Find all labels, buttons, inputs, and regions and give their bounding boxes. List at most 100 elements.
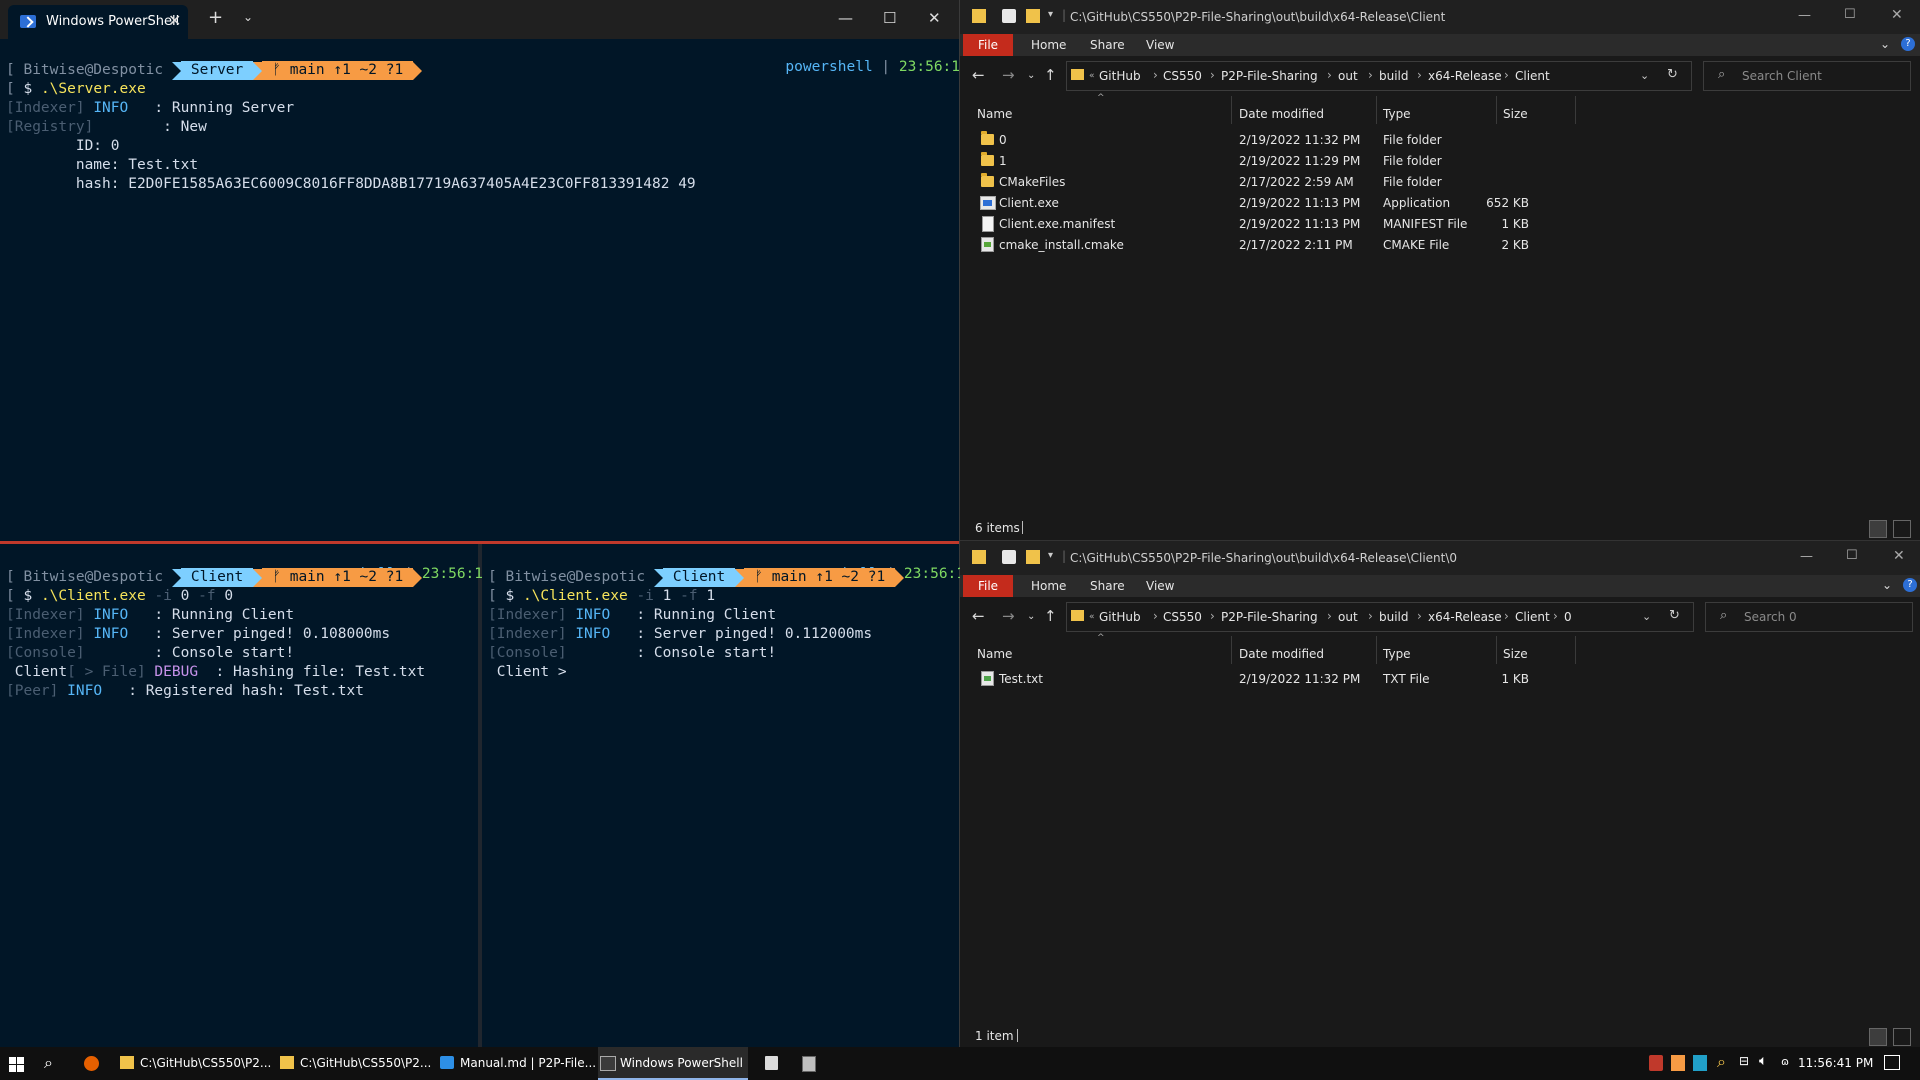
notepad-icon[interactable] bbox=[765, 1056, 778, 1070]
column-date[interactable]: Date modified bbox=[1239, 107, 1324, 121]
address-dropdown-icon[interactable]: ⌄ bbox=[1642, 610, 1651, 623]
tab-file[interactable]: File bbox=[963, 575, 1013, 597]
tray-app-icon[interactable] bbox=[1671, 1055, 1685, 1071]
minimize-button[interactable]: — bbox=[1800, 549, 1813, 564]
tab-share[interactable]: Share bbox=[1090, 579, 1125, 593]
taskbar-item-explorer[interactable]: C:\GitHub\CS550\P2... bbox=[278, 1047, 431, 1080]
breadcrumb[interactable]: Client bbox=[1515, 610, 1550, 624]
maximize-button[interactable]: ☐ bbox=[1844, 7, 1856, 22]
tray-app-icon[interactable] bbox=[1693, 1055, 1707, 1071]
column-size[interactable]: Size bbox=[1503, 647, 1528, 661]
list-item[interactable]: cmake_install.cmake 2/17/2022 2:11 PM CM… bbox=[960, 235, 1920, 256]
server-pane[interactable]: powershell | 23:56:13 [ Bitwise@Despotic… bbox=[0, 39, 969, 541]
breadcrumb[interactable]: Client bbox=[1515, 69, 1550, 83]
tray-search-icon[interactable]: ⌕ bbox=[1717, 1052, 1726, 1072]
start-button[interactable] bbox=[9, 1057, 24, 1072]
new-folder-icon[interactable] bbox=[1026, 550, 1040, 564]
details-view-icon[interactable] bbox=[1869, 1028, 1887, 1046]
back-button[interactable]: ← bbox=[972, 66, 985, 84]
refresh-icon[interactable]: ↻ bbox=[1667, 67, 1678, 82]
new-tab-button[interactable]: + bbox=[208, 7, 223, 28]
forward-button[interactable]: → bbox=[1002, 66, 1015, 84]
address-bar[interactable]: « GitHub › CS550 › P2P-File-Sharing › ou… bbox=[1066, 602, 1694, 632]
breadcrumb[interactable]: CS550 bbox=[1163, 69, 1202, 83]
properties-icon[interactable] bbox=[1002, 9, 1016, 23]
taskbar-item-vscode[interactable]: Manual.md | P2P-File... bbox=[438, 1047, 596, 1080]
taskbar-item-powershell[interactable]: Windows PowerShell bbox=[598, 1047, 748, 1080]
list-item[interactable]: CMakeFiles 2/17/2022 2:59 AM File folder bbox=[960, 172, 1920, 193]
volume-icon[interactable]: 🔈︎ bbox=[1759, 1053, 1767, 1069]
back-button[interactable]: ← bbox=[972, 607, 985, 625]
search-box[interactable]: ⌕ Search 0 bbox=[1705, 602, 1913, 632]
properties-icon[interactable] bbox=[1002, 550, 1016, 564]
ribbon-expand-icon[interactable]: ⌄ bbox=[1882, 578, 1892, 592]
details-view-icon[interactable] bbox=[1869, 520, 1887, 538]
tab-home[interactable]: Home bbox=[1031, 579, 1066, 593]
explorer-window-client-0[interactable]: ▾ | C:\GitHub\CS550\P2P-File-Sharing\out… bbox=[960, 540, 1920, 1048]
close-button[interactable]: ✕ bbox=[1893, 548, 1905, 564]
tab-home[interactable]: Home bbox=[1031, 38, 1066, 52]
breadcrumb[interactable]: out bbox=[1338, 610, 1358, 624]
minimize-button[interactable]: — bbox=[838, 9, 853, 27]
breadcrumb[interactable]: build bbox=[1379, 69, 1409, 83]
client0-pane[interactable]: powershell | 23:56:14 [ Bitwise@Despotic… bbox=[0, 544, 492, 1047]
column-type[interactable]: Type bbox=[1383, 647, 1411, 661]
list-item[interactable]: 1 2/19/2022 11:29 PM File folder bbox=[960, 151, 1920, 172]
large-icons-view-icon[interactable] bbox=[1893, 1028, 1911, 1046]
tab-view[interactable]: View bbox=[1146, 38, 1174, 52]
maximize-button[interactable]: ☐ bbox=[883, 9, 896, 27]
close-button[interactable]: ✕ bbox=[1891, 7, 1903, 23]
column-type[interactable]: Type bbox=[1383, 107, 1411, 121]
taskbar-clock[interactable]: 11:56:41 PM bbox=[1798, 1056, 1873, 1070]
minimize-button[interactable]: — bbox=[1798, 8, 1811, 23]
large-icons-view-icon[interactable] bbox=[1893, 520, 1911, 538]
taskbar-item-explorer[interactable]: C:\GitHub\CS550\P2... bbox=[118, 1047, 271, 1080]
close-button[interactable]: ✕ bbox=[928, 9, 941, 27]
console-prompt[interactable]: Client > bbox=[488, 663, 567, 682]
new-folder-icon[interactable] bbox=[1026, 9, 1040, 23]
breadcrumb[interactable]: P2P-File-Sharing bbox=[1221, 610, 1318, 624]
search-box[interactable]: ⌕ Search Client bbox=[1703, 61, 1911, 91]
quick-access-dropdown-icon[interactable]: ▾ bbox=[1048, 9, 1053, 20]
terminal-window[interactable]: Windows PowerShell ✕ + ⌄ — ☐ ✕ powershel… bbox=[0, 0, 974, 1047]
quick-access-dropdown-icon[interactable]: ▾ bbox=[1048, 550, 1053, 561]
breadcrumb[interactable]: build bbox=[1379, 610, 1409, 624]
recent-locations-icon[interactable]: ⌄ bbox=[1027, 611, 1035, 622]
help-icon[interactable]: ? bbox=[1901, 37, 1915, 51]
tab-file[interactable]: File bbox=[963, 34, 1013, 56]
list-item[interactable]: 0 2/19/2022 11:32 PM File folder bbox=[960, 130, 1920, 151]
terminal-tab[interactable]: Windows PowerShell ✕ bbox=[8, 5, 188, 39]
notification-icon[interactable] bbox=[1884, 1055, 1900, 1070]
tab-dropdown-icon[interactable]: ⌄ bbox=[243, 10, 253, 24]
forward-button[interactable]: → bbox=[1002, 607, 1015, 625]
breadcrumb[interactable]: out bbox=[1338, 69, 1358, 83]
input-indicator-icon[interactable]: ɷ bbox=[1781, 1055, 1789, 1068]
list-item[interactable]: Test.txt 2/19/2022 11:32 PM TXT File 1 K… bbox=[960, 669, 1920, 690]
refresh-icon[interactable]: ↻ bbox=[1669, 608, 1680, 623]
list-item[interactable]: Client.exe 2/19/2022 11:13 PM Applicatio… bbox=[960, 193, 1920, 214]
column-name[interactable]: Name bbox=[977, 107, 1012, 121]
breadcrumb[interactable]: CS550 bbox=[1163, 610, 1202, 624]
tray-app-icon[interactable] bbox=[1649, 1055, 1663, 1071]
tab-view[interactable]: View bbox=[1146, 579, 1174, 593]
client1-pane[interactable]: powershell | 23:56:16 [ Bitwise@Despotic… bbox=[482, 544, 974, 1047]
recent-locations-icon[interactable]: ⌄ bbox=[1027, 70, 1035, 81]
breadcrumb[interactable]: P2P-File-Sharing bbox=[1221, 69, 1318, 83]
column-name[interactable]: Name bbox=[977, 647, 1012, 661]
firefox-icon[interactable] bbox=[84, 1056, 99, 1071]
network-icon[interactable]: ⊟ bbox=[1739, 1054, 1749, 1068]
tab-share[interactable]: Share bbox=[1090, 38, 1125, 52]
search-icon[interactable]: ⌕ bbox=[44, 1053, 53, 1073]
maximize-button[interactable]: ☐ bbox=[1846, 548, 1858, 563]
breadcrumb[interactable]: x64-Release bbox=[1428, 610, 1502, 624]
breadcrumb[interactable]: x64-Release bbox=[1428, 69, 1502, 83]
explorer-window-client[interactable]: ▾ | C:\GitHub\CS550\P2P-File-Sharing\out… bbox=[960, 0, 1920, 540]
breadcrumb[interactable]: GitHub bbox=[1099, 610, 1141, 624]
list-item[interactable]: Client.exe.manifest 2/19/2022 11:13 PM M… bbox=[960, 214, 1920, 235]
calculator-icon[interactable] bbox=[802, 1056, 816, 1072]
address-bar[interactable]: « GitHub › CS550 › P2P-File-Sharing › ou… bbox=[1066, 61, 1692, 91]
breadcrumb[interactable]: 0 bbox=[1564, 610, 1572, 624]
column-date[interactable]: Date modified bbox=[1239, 647, 1324, 661]
up-button[interactable]: ↑ bbox=[1044, 66, 1057, 84]
help-icon[interactable]: ? bbox=[1903, 578, 1917, 592]
